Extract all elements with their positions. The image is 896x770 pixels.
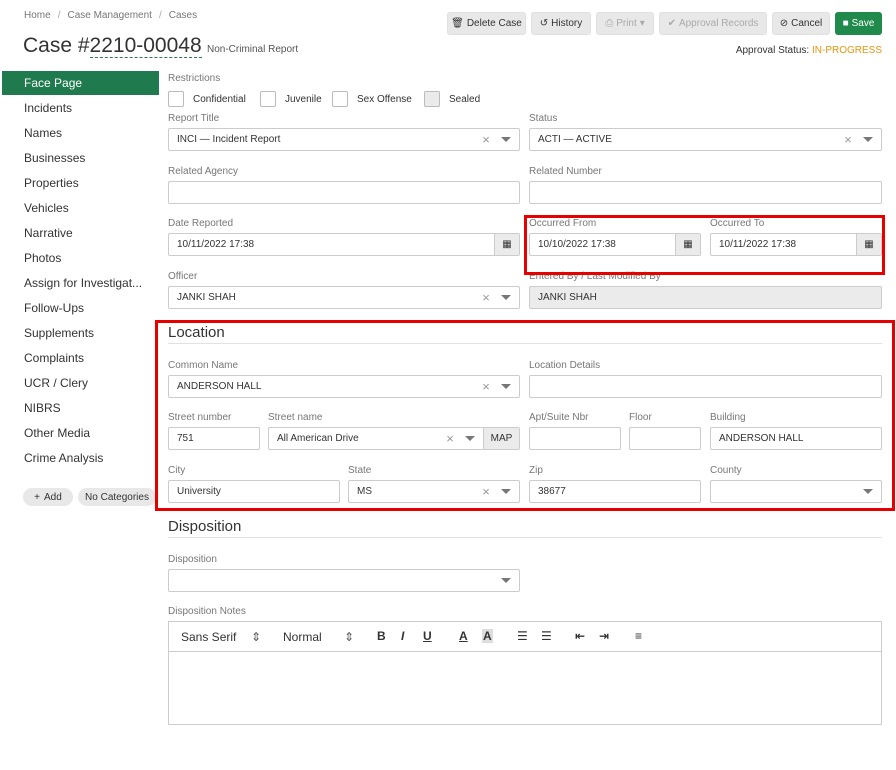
font-family-select[interactable]: Sans Serif <box>181 630 236 644</box>
breadcrumb-cases[interactable]: Cases <box>169 10 197 21</box>
restrictions-label: Restrictions <box>168 73 221 84</box>
sidebar-item-complaints[interactable]: Complaints <box>2 346 159 370</box>
breadcrumb: Home / Case Management / Cases <box>24 10 198 21</box>
trash-icon: 🗑 <box>451 18 464 29</box>
sealed-checkbox[interactable] <box>424 91 440 107</box>
underline-icon[interactable]: U <box>423 629 432 643</box>
officer-label: Officer <box>168 271 198 282</box>
confidential-checkbox[interactable] <box>168 91 184 107</box>
related-number-input[interactable] <box>529 181 882 204</box>
confidential-label: Confidential <box>193 94 246 105</box>
case-number[interactable]: 2210-00048 <box>89 34 202 58</box>
save-button[interactable]: ■ Save <box>835 12 882 35</box>
background-color-icon[interactable]: A <box>482 629 493 643</box>
sidebar-item-properties[interactable]: Properties <box>2 171 159 195</box>
date-reported-input[interactable]: 10/11/2022 17:38 ▦ <box>168 233 520 256</box>
sidebar-item-supplements[interactable]: Supplements <box>2 321 159 345</box>
align-icon[interactable]: ≡ <box>635 629 642 643</box>
sidebar-item-incidents[interactable]: Incidents <box>2 96 159 120</box>
approval-status: Approval Status: IN-PROGRESS <box>735 45 882 56</box>
report-title-select[interactable]: INCI — Incident Report × <box>168 128 520 151</box>
sex-offense-checkbox[interactable] <box>332 91 348 107</box>
chevron-down-icon[interactable] <box>493 295 519 300</box>
history-button[interactable]: ↺ History <box>531 12 591 35</box>
sidebar-item-other-media[interactable]: Other Media <box>2 421 159 445</box>
cancel-button[interactable]: ⊘ Cancel <box>772 12 830 35</box>
font-size-select[interactable]: Normal <box>283 630 322 644</box>
status-label: Status <box>529 113 558 124</box>
disposition-select[interactable] <box>168 569 520 592</box>
clear-icon[interactable]: × <box>479 290 493 305</box>
italic-icon[interactable]: I <box>401 629 404 643</box>
ordered-list-icon[interactable]: ☰ <box>517 629 528 643</box>
status-select[interactable]: ACTI — ACTIVE × <box>529 128 882 151</box>
approval-status-value: IN-PROGRESS <box>811 45 882 56</box>
case-type-label: Non-Criminal Report <box>207 44 299 55</box>
floppy-icon: ■ <box>842 18 849 29</box>
related-agency-input[interactable] <box>168 181 520 204</box>
add-category-button[interactable]: + Add <box>23 488 73 506</box>
related-number-label: Related Number <box>529 166 602 177</box>
officer-select[interactable]: JANKI SHAH × <box>168 286 520 309</box>
related-agency-label: Related Agency <box>168 166 239 177</box>
print-button[interactable]: ⎙ Print ▾ <box>596 12 654 35</box>
approval-records-button[interactable]: ✔ Approval Records <box>659 12 767 35</box>
clear-icon[interactable]: × <box>479 132 493 147</box>
page-title: Case #2210-00048 <box>23 34 202 58</box>
sidebar-item-ucr-clery[interactable]: UCR / Clery <box>2 371 159 395</box>
categories-badge[interactable]: No Categories <box>78 488 156 506</box>
sidebar-item-assign-for-investigation[interactable]: Assign for Investigat... <box>2 271 159 295</box>
sidebar-item-names[interactable]: Names <box>2 121 159 145</box>
editor-toolbar: Sans Serif ⇕ Normal ⇕ B I U A A ☰ ☰ ⇤ ⇥ … <box>169 622 881 652</box>
calendar-icon[interactable]: ▦ <box>494 234 519 255</box>
plus-icon: + <box>34 491 41 503</box>
juvenile-checkbox[interactable] <box>260 91 276 107</box>
chevron-down-icon[interactable] <box>493 137 519 142</box>
delete-case-button[interactable]: 🗑 Delete Case <box>447 12 526 35</box>
chevron-down-icon[interactable] <box>493 578 519 583</box>
indent-icon[interactable]: ⇥ <box>599 629 609 643</box>
text-color-icon[interactable]: A <box>459 629 468 643</box>
sort-icon: ⇕ <box>344 630 355 644</box>
bold-icon[interactable]: B <box>377 629 386 643</box>
date-reported-label: Date Reported <box>168 218 234 229</box>
occurred-highlight-box <box>524 215 885 275</box>
disposition-notes-editor[interactable]: Sans Serif ⇕ Normal ⇕ B I U A A ☰ ☰ ⇤ ⇥ … <box>168 621 882 725</box>
disposition-section-title: Disposition <box>168 518 242 535</box>
case-prefix: Case # <box>23 34 90 57</box>
sealed-label: Sealed <box>449 94 481 105</box>
sidebar-item-narrative[interactable]: Narrative <box>2 221 159 245</box>
sidebar-item-follow-ups[interactable]: Follow-Ups <box>2 296 159 320</box>
sort-icon: ⇕ <box>251 630 262 644</box>
chevron-down-icon[interactable] <box>855 137 881 142</box>
location-highlight-box <box>155 320 895 511</box>
sidebar-item-businesses[interactable]: Businesses <box>2 146 159 170</box>
juvenile-label: Juvenile <box>285 94 322 105</box>
sidebar-item-vehicles[interactable]: Vehicles <box>2 196 159 220</box>
history-icon: ↺ <box>539 18 549 29</box>
outdent-icon[interactable]: ⇤ <box>575 629 585 643</box>
sidebar-item-nibrs[interactable]: NIBRS <box>2 396 159 420</box>
print-icon: ⎙ <box>605 18 614 29</box>
sidebar-item-photos[interactable]: Photos <box>2 246 159 270</box>
bullet-list-icon[interactable]: ☰ <box>541 629 552 643</box>
breadcrumb-case-management[interactable]: Case Management <box>67 10 152 21</box>
report-title-label: Report Title <box>168 113 220 124</box>
sidebar-item-crime-analysis[interactable]: Crime Analysis <box>2 446 159 470</box>
sex-offense-label: Sex Offense <box>357 94 412 105</box>
entered-by-field: JANKI SHAH <box>529 286 882 309</box>
breadcrumb-home[interactable]: Home <box>24 10 51 21</box>
ban-icon: ⊘ <box>779 18 789 29</box>
disposition-notes-label: Disposition Notes <box>168 606 246 617</box>
clear-icon[interactable]: × <box>841 132 855 147</box>
sidebar-item-face-page[interactable]: Face Page <box>2 71 159 95</box>
check-icon: ✔ <box>667 18 676 29</box>
chevron-down-icon: ▾ <box>639 18 645 29</box>
disposition-label: Disposition <box>168 554 217 565</box>
disposition-divider <box>168 537 882 538</box>
